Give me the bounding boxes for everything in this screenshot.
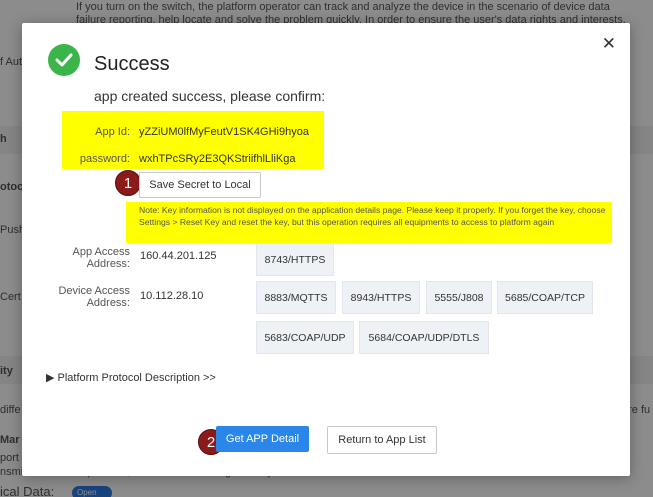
get-app-detail-button[interactable]: Get APP Detail — [216, 426, 309, 452]
dialog-title: Success — [94, 53, 170, 75]
device-access-ip: 10.112.28.10 — [140, 290, 204, 302]
success-dialog: ✕ Success app created success, please co… — [22, 23, 630, 476]
password-value: wxhTPcSRy2E3QKStriifhlLliKga — [139, 153, 296, 165]
dialog-subtitle: app created success, please confirm: — [94, 88, 326, 104]
app-access-label: App Access Address: — [72, 246, 130, 270]
device-port-chip: 5555/J808 — [426, 281, 492, 314]
save-secret-button[interactable]: Save Secret to Local — [139, 172, 261, 198]
app-port-chip: 8743/HTTPS — [256, 243, 334, 276]
device-port-chip: 8883/MQTTS — [256, 281, 336, 314]
device-port-chip: 5684/COAP/UDP/DTLS — [359, 321, 489, 354]
close-icon[interactable]: ✕ — [602, 35, 616, 52]
device-port-chip: 5683/COAP/UDP — [256, 321, 354, 354]
device-port-chip: 5685/COAP/TCP — [497, 281, 593, 314]
device-access-label: Device Access Address: — [58, 285, 130, 309]
app-id-label: App Id: — [95, 126, 130, 138]
app-id-value: yZZiUM0lfMyFeutV1SK4GHi9hyoa — [139, 126, 309, 138]
device-port-chip: 8943/HTTPS — [342, 281, 420, 314]
password-label: password: — [79, 153, 130, 165]
protocol-description-link[interactable]: ▶ Platform Protocol Description >> — [46, 371, 216, 384]
key-note: Note: Key information is not displayed o… — [126, 202, 612, 243]
annotation-badge-1: 1 — [115, 170, 141, 196]
success-check-icon — [48, 44, 80, 76]
app-access-ip: 160.44.201.125 — [140, 250, 217, 262]
return-to-app-list-button[interactable]: Return to App List — [327, 426, 437, 454]
